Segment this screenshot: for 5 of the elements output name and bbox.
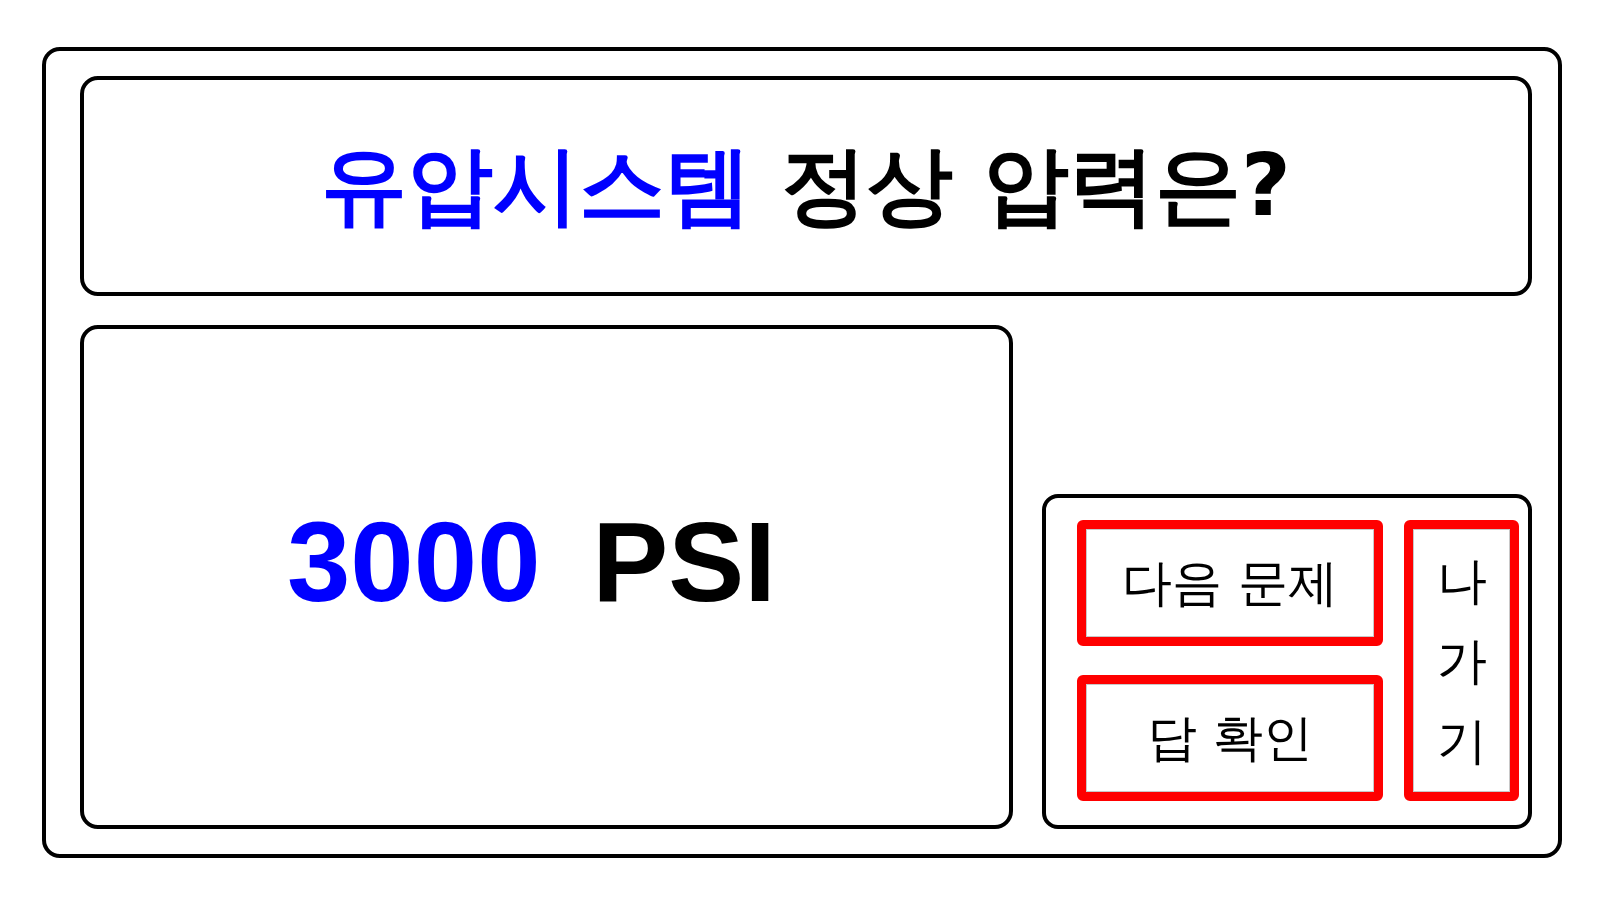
exit-button[interactable]: 나가기: [1404, 520, 1519, 801]
answer-text: 3000 PSI: [286, 497, 776, 628]
question-title: 유압시스템 정상 압력은?: [321, 134, 1291, 238]
next-question-button[interactable]: 다음 문제: [1077, 520, 1383, 646]
check-answer-button[interactable]: 답 확인: [1077, 675, 1383, 801]
